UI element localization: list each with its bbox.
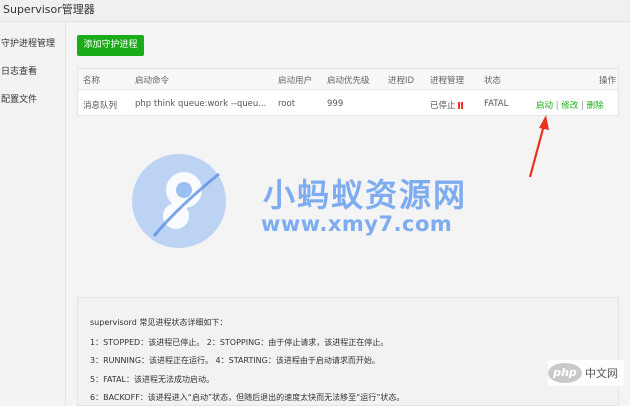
- badge-text: 中文网: [585, 367, 618, 380]
- ant-logo-icon: [132, 154, 226, 248]
- php-logo-icon: php: [548, 363, 582, 383]
- php-cn-badge: php 中文网: [548, 360, 624, 386]
- watermark-url: www.xmy7.com: [261, 212, 453, 236]
- watermark-title: 小蚂蚁资源网: [263, 176, 468, 214]
